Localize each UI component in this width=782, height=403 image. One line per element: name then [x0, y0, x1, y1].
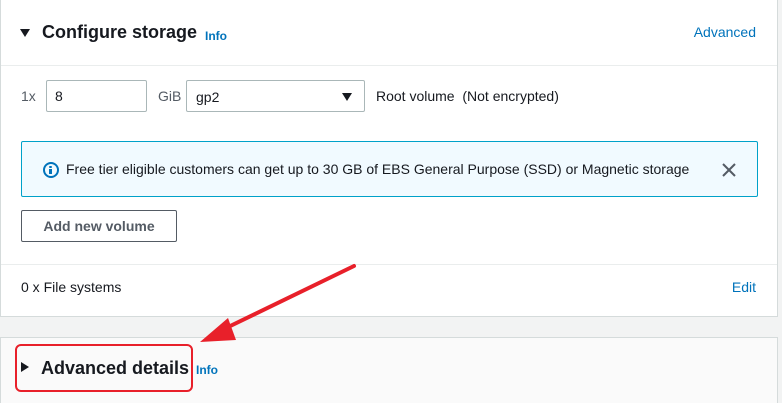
- root-volume-label: Root volume (Not encrypted): [376, 88, 559, 104]
- advanced-link[interactable]: Advanced: [694, 24, 756, 40]
- caret-down-icon: [342, 93, 352, 101]
- volume-multiplier: 1x: [21, 88, 36, 104]
- info-circle-icon: [43, 162, 59, 178]
- volume-row: 1x GiB gp2 Root volume (Not encrypted): [1, 80, 777, 112]
- collapse-caret-icon[interactable]: [20, 29, 30, 37]
- file-systems-label: 0 x File systems: [21, 279, 122, 295]
- configure-storage-panel: Configure storage Info Advanced 1x GiB g…: [0, 0, 778, 317]
- annotation-highlight-box: [15, 344, 193, 392]
- volume-size-unit: GiB: [158, 88, 182, 104]
- configure-storage-title[interactable]: Configure storage: [42, 22, 197, 43]
- advanced-details-info-link[interactable]: Info: [196, 363, 218, 377]
- configure-storage-header: Configure storage Info Advanced: [1, 0, 777, 66]
- free-tier-alert: Free tier eligible customers can get up …: [21, 141, 758, 197]
- volume-size-input[interactable]: [46, 80, 147, 112]
- configure-storage-info-link[interactable]: Info: [205, 29, 227, 43]
- file-systems-edit-link[interactable]: Edit: [732, 279, 756, 295]
- close-icon[interactable]: [720, 161, 738, 179]
- free-tier-alert-text: Free tier eligible customers can get up …: [66, 161, 690, 177]
- add-new-volume-button[interactable]: Add new volume: [21, 210, 177, 242]
- volume-type-select[interactable]: gp2: [186, 80, 365, 112]
- section-divider: [1, 264, 777, 265]
- volume-type-value: gp2: [196, 89, 220, 105]
